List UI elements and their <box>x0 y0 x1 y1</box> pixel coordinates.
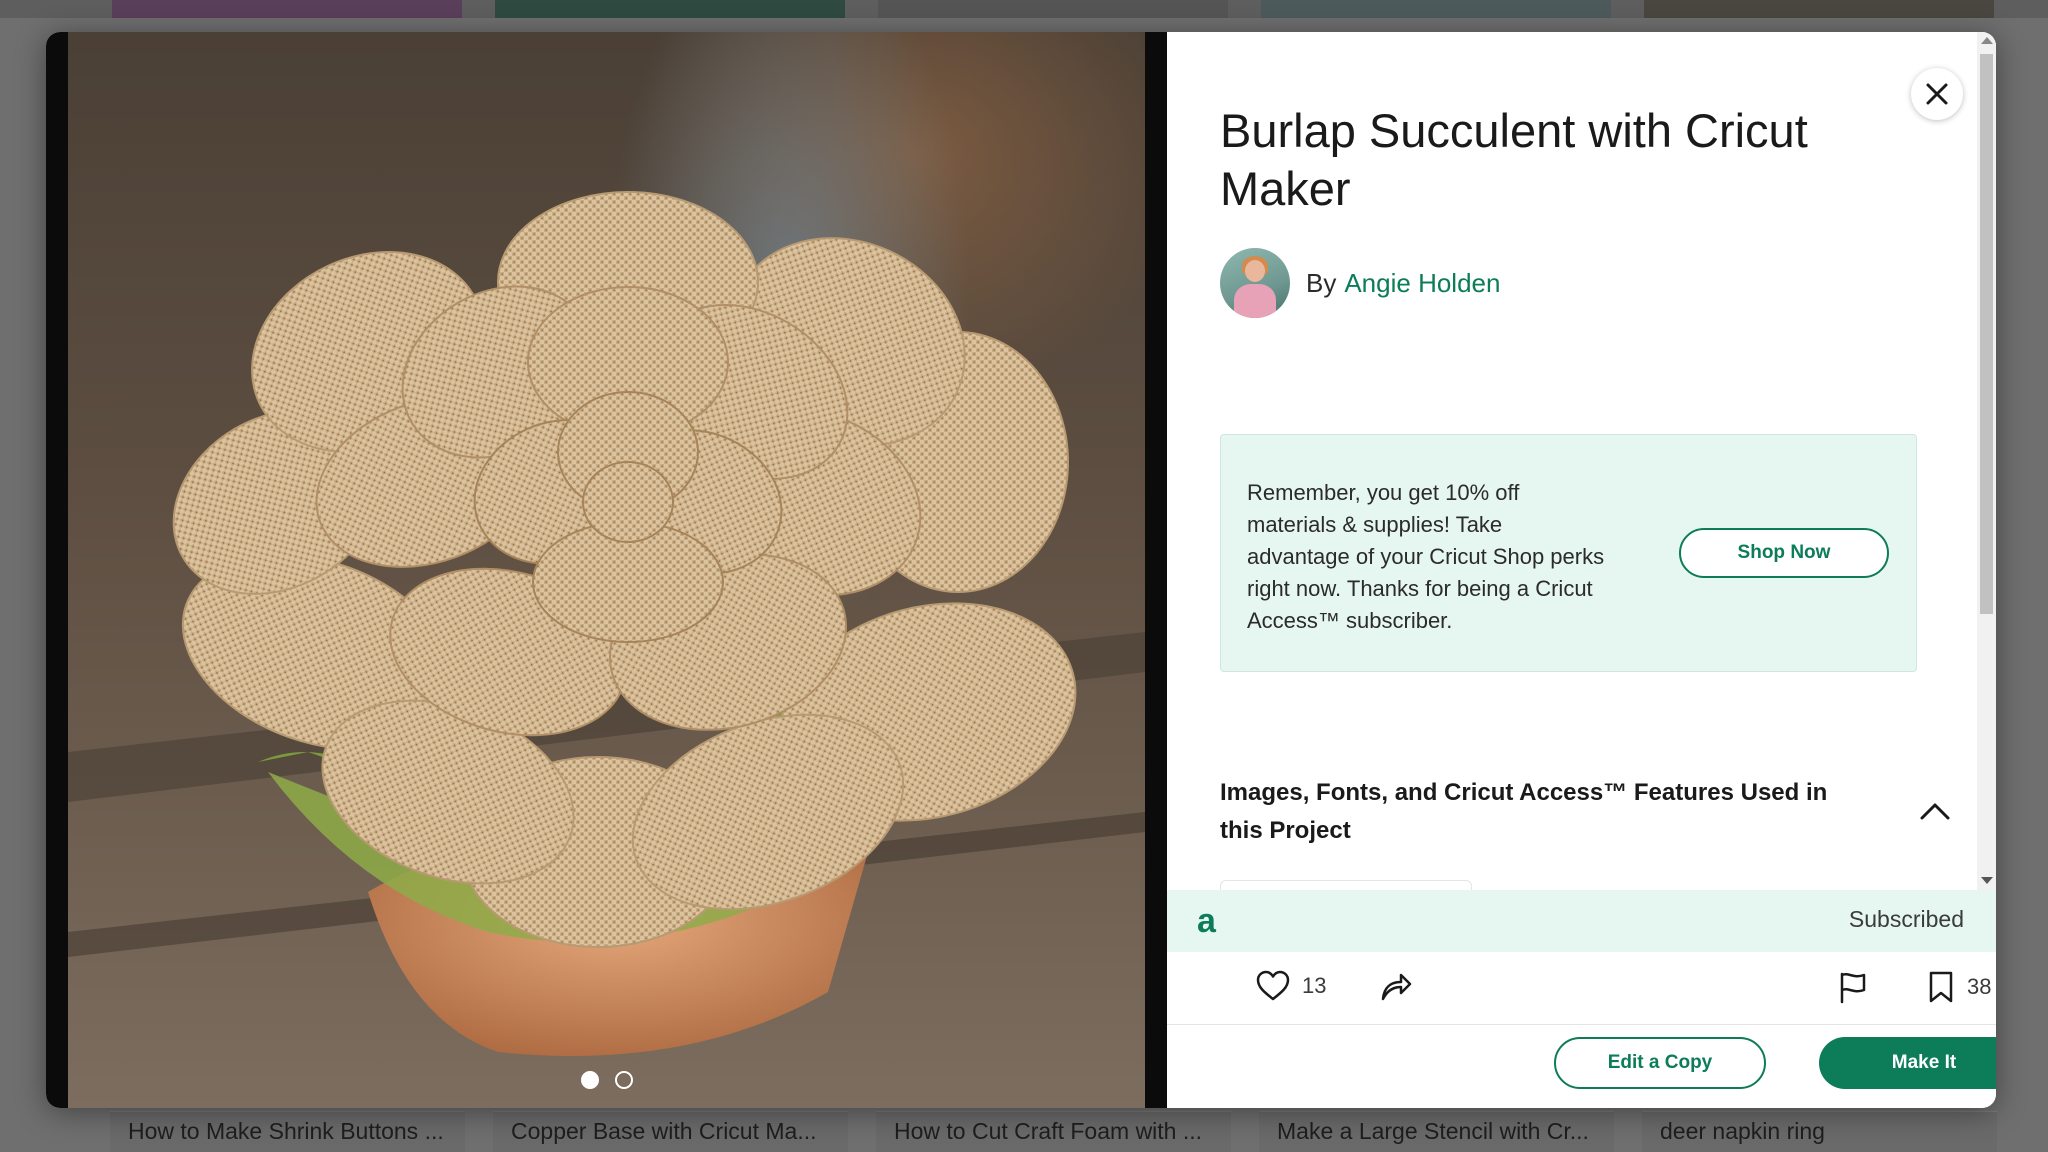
project-modal: Burlap Succulent with Cricut Maker By An… <box>46 32 1996 1108</box>
background-card[interactable]: How to Cut Craft Foam with ... <box>876 1111 1231 1152</box>
share-button[interactable] <box>1379 970 1413 1002</box>
edit-a-copy-button[interactable]: Edit a Copy <box>1554 1037 1766 1089</box>
cricut-access-logo-icon: a <box>1197 902 1216 940</box>
action-bar: 13 38 <box>1167 952 1996 1025</box>
heart-icon <box>1256 970 1290 1001</box>
background-thumb <box>112 0 462 18</box>
modal-footer: Edit a Copy Make It <box>1167 1025 1996 1108</box>
background-card-title: Copper Base with Cricut Ma... <box>511 1118 817 1144</box>
by-label: By <box>1306 267 1337 298</box>
background-thumb <box>1644 0 1994 18</box>
flag-icon <box>1840 972 1866 1004</box>
background-card-title: How to Make Shrink Buttons ... <box>128 1118 444 1144</box>
background-card[interactable]: deer napkin ring <box>1642 1111 1997 1152</box>
chevron-up-icon[interactable] <box>1919 800 1951 822</box>
feature-card[interactable] <box>1220 880 1472 890</box>
background-thumb <box>495 0 845 18</box>
shop-now-button[interactable]: Shop Now <box>1679 528 1889 578</box>
details-scroll-area[interactable]: Burlap Succulent with Cricut Maker By An… <box>1167 32 1977 890</box>
project-details-panel: Burlap Succulent with Cricut Maker By An… <box>1167 32 1996 1108</box>
scroll-up-arrow-icon[interactable] <box>1981 37 1993 44</box>
burlap-succulent-illustration <box>68 191 1145 1056</box>
author-link[interactable]: Angie Holden <box>1344 268 1500 299</box>
close-icon <box>1926 83 1948 105</box>
close-button[interactable] <box>1911 68 1963 120</box>
background-header-strip <box>0 0 2048 18</box>
project-photo <box>68 32 1145 1108</box>
scroll-down-arrow-icon[interactable] <box>1981 877 1993 884</box>
image-carousel[interactable] <box>46 32 1167 1108</box>
author-row: By Angie Holden <box>1220 248 1500 318</box>
carousel-dot[interactable] <box>580 1071 599 1089</box>
like-count: 13 <box>1302 973 1327 998</box>
save-count: 38 <box>1967 974 1992 999</box>
background-card[interactable]: Copper Base with Cricut Ma... <box>493 1111 848 1152</box>
background-card-title: How to Cut Craft Foam with ... <box>894 1118 1203 1144</box>
report-button[interactable] <box>1837 970 1869 1004</box>
carousel-dot[interactable] <box>614 1071 633 1089</box>
background-thumb <box>878 0 1228 18</box>
avatar[interactable] <box>1220 248 1290 318</box>
project-title: Burlap Succulent with Cricut Maker <box>1220 104 1808 215</box>
background-card-title: Make a Large Stencil with Cr... <box>1277 1118 1589 1144</box>
carousel-dots <box>68 1071 1145 1094</box>
scrollbar[interactable] <box>1977 32 1996 890</box>
background-card[interactable]: How to Make Shrink Buttons ... <box>110 1111 465 1152</box>
background-card-title: deer napkin ring <box>1660 1118 1825 1144</box>
like-button[interactable]: 13 <box>1256 970 1326 1002</box>
save-button[interactable]: 38 <box>1927 970 1991 1004</box>
bookmark-icon <box>1929 971 1953 1003</box>
promo-text: Remember, you get 10% off materials & su… <box>1247 480 1605 633</box>
share-icon <box>1381 973 1412 1001</box>
features-section-heading[interactable]: Images, Fonts, and Cricut Access™ Featur… <box>1220 774 1850 850</box>
access-status-bar: a Subscribed <box>1167 890 1996 952</box>
background-thumb <box>1261 0 1611 18</box>
scrollbar-thumb[interactable] <box>1980 54 1993 614</box>
background-card[interactable]: Make a Large Stencil with Cr... <box>1259 1111 1614 1152</box>
make-it-button[interactable]: Make It <box>1819 1037 1996 1089</box>
subscription-status: Subscribed <box>1848 906 1964 932</box>
access-promo-box: Remember, you get 10% off materials & su… <box>1220 434 1917 672</box>
